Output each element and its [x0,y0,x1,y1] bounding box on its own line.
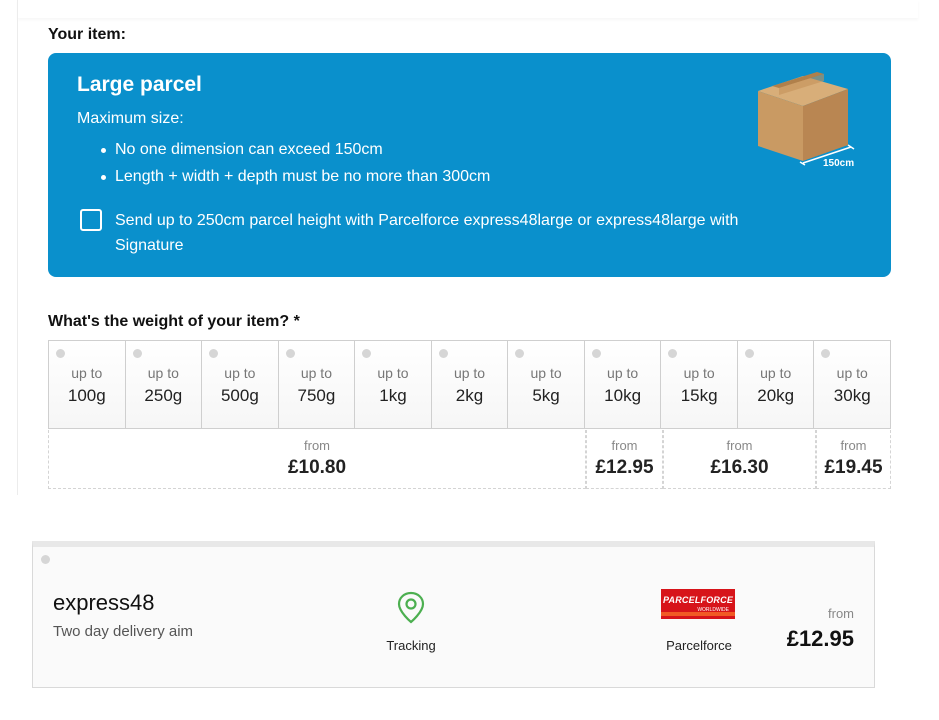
radio-indicator [668,349,678,358]
weight-prefix: up to [453,365,486,381]
weight-value: 20kg [757,386,795,405]
logo-swoosh [661,612,735,616]
price-value: £19.45 [824,457,883,478]
weight-value: 1kg [379,386,407,405]
weight-value: 15kg [680,386,718,405]
parcelforce-logo: PARCELFORCE WORLDWIDE [661,589,735,619]
size-rule: No one dimension can exceed 150cm [101,139,490,166]
weight-prefix: up to [300,365,332,381]
size-rules-list: No one dimension can exceed 150cm Length… [101,139,490,193]
weight-prefix: up to [224,365,256,381]
price-value: £12.95 [595,457,654,478]
price-from-label: from [726,438,753,453]
carrier-name: Parcelforce [666,638,732,653]
weight-prefix: up to [760,365,792,381]
radio-indicator [744,349,754,358]
location-pin-icon [397,591,425,624]
price-group-15-20kg: from £16.30 [663,430,816,489]
logo-text: PARCELFORCE [663,595,734,605]
weight-value: 30kg [833,386,871,405]
radio-indicator [362,349,372,358]
weight-option-15kg[interactable]: up to 15kg [661,341,738,428]
weight-option-10kg[interactable]: up to 10kg [584,341,662,428]
weight-prefix: up to [607,365,639,381]
large-height-checkbox[interactable] [80,209,102,231]
weight-option-20kg[interactable]: up to 20kg [737,341,815,428]
radio-indicator [515,349,525,358]
weight-question: What's the weight of your item? * [48,313,300,330]
price-from-label: from [840,438,867,453]
radio-indicator [132,349,142,358]
header-shadow [18,0,918,18]
weight-options: up to 100g up to 250g up to 500g up to 750g … [48,340,891,429]
price-group-up-to-5kg: from £10.80 [48,430,586,489]
weight-prefix: up to [683,365,715,381]
service-description: Two day delivery aim [53,623,194,640]
radio-indicator [56,349,65,358]
weight-price-row: from £10.80 from £12.95 from £16.30 from… [48,430,891,490]
weight-prefix: up to [71,365,103,381]
weight-value: 750g [297,386,336,405]
weight-option-250g[interactable]: up to 250g [125,341,203,428]
weight-prefix: up to [836,365,868,381]
weight-option-500g[interactable]: up to 500g [202,341,279,428]
weight-option-5kg[interactable]: up to 5kg [508,341,585,428]
box-dimension-label: 150cm [823,158,855,169]
radio-indicator [209,349,219,358]
radio-indicator [438,349,448,358]
weight-value: 5kg [532,386,560,405]
content-edge [17,0,18,495]
price-from-label: from [304,438,330,453]
size-rule: Length + width + depth must be no more t… [101,166,490,193]
weight-value: 500g [220,386,259,405]
max-size-label: Maximum size: [77,110,184,127]
weight-value: 10kg [604,386,642,405]
weight-option-30kg[interactable]: up to 30kg [814,341,891,428]
large-height-checkbox-label[interactable]: Send up to 250cm parcel height with Parc… [115,208,775,258]
parcel-box-icon [758,72,855,166]
weight-prefix: up to [147,365,179,381]
weight-value: 2kg [455,386,484,405]
service-price: £12.95 [786,626,854,651]
weight-prefix: up to [377,365,409,381]
radio-indicator [285,349,295,358]
service-option-express48[interactable]: express48 Two day delivery aim Tracking … [32,541,875,688]
service-name: express48 [53,590,155,615]
weight-prefix: up to [530,365,562,381]
weight-value: 250g [144,386,183,405]
price-group-10kg: from £12.95 [586,430,663,489]
radio-indicator [41,555,50,564]
weight-value: 100g [67,386,106,405]
price-from-label: from [611,438,638,453]
tracking-label: Tracking [386,638,436,653]
your-item-heading: Your item: [48,26,126,43]
service-price-from-label: from [828,606,854,621]
parcel-size-title: Large parcel [77,73,202,96]
price-value: £10.80 [287,457,347,478]
weight-option-750g[interactable]: up to 750g [278,341,356,428]
weight-option-100g[interactable]: up to 100g [49,341,126,428]
radio-indicator [591,349,601,358]
parcel-size-panel: Large parcel Maximum size: No one dimens… [48,53,891,277]
price-value: £16.30 [710,457,769,478]
radio-indicator [821,349,831,358]
price-group-30kg: from £19.45 [816,430,891,489]
weight-option-2kg[interactable]: up to 2kg [431,341,509,428]
weight-option-1kg[interactable]: up to 1kg [355,341,432,428]
